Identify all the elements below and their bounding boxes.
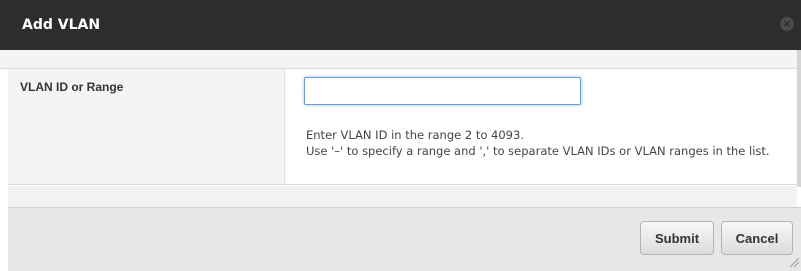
close-icon[interactable]: × <box>780 17 794 31</box>
dialog-title: Add VLAN <box>22 17 101 33</box>
resize-grip-icon[interactable] <box>788 256 800 268</box>
form-top-band <box>0 50 801 69</box>
dialog-footer: Submit Cancel <box>8 207 801 271</box>
cancel-button[interactable]: Cancel <box>721 221 793 255</box>
submit-button[interactable]: Submit <box>640 221 714 255</box>
help-line-range: Enter VLAN ID in the range 2 to 4093. <box>306 128 524 142</box>
vlan-id-label-cell: VLAN ID or Range <box>8 69 285 184</box>
vlan-id-help-text: Enter VLAN ID in the range 2 to 4093. Us… <box>306 127 792 159</box>
scrollbar[interactable] <box>797 50 801 187</box>
help-line-format: Use '–' to specify a range and ',' to se… <box>306 144 770 158</box>
form-bottom-band <box>8 186 797 207</box>
add-vlan-dialog: Add VLAN × VLAN ID or Range Enter VLAN I… <box>0 0 801 271</box>
vlan-id-input[interactable] <box>304 77 581 105</box>
vlan-id-label: VLAN ID or Range <box>20 80 124 94</box>
dialog-titlebar: Add VLAN × <box>0 0 801 50</box>
vlan-id-row: VLAN ID or Range Enter VLAN ID in the ra… <box>8 69 797 185</box>
